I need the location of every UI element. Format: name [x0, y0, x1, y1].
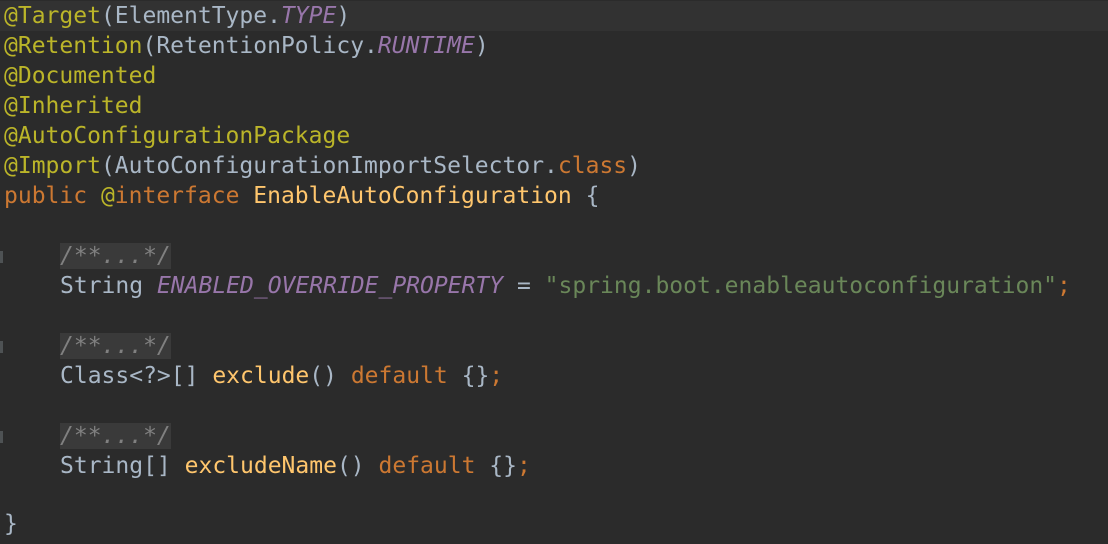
code-line-9-text: String ENABLED_OVERRIDE_PROPERTY = "spri…: [60, 271, 1071, 301]
code-token: (ElementType.: [100, 3, 281, 29]
code-line-10-text: /**...*/: [60, 331, 171, 361]
code-line-5-text: @AutoConfigurationPackage: [4, 121, 350, 151]
code-token: =: [503, 273, 545, 299]
constant-enabled-override-property: ENABLED_OVERRIDE_PROPERTY: [156, 273, 504, 299]
code-line-8-text: /**...*/: [60, 241, 171, 271]
code-line-9[interactable]: String ENABLED_OVERRIDE_PROPERTY = "spri…: [0, 271, 1108, 301]
semicolon: ;: [489, 363, 504, 389]
code-token: ): [474, 33, 489, 59]
fold-marker-icon[interactable]: [0, 431, 3, 443]
folded-javadoc[interactable]: /**...*/: [60, 423, 171, 449]
code-token: (): [309, 363, 351, 389]
annotation-documented: @Documented: [4, 63, 157, 89]
code-line-4-text: @Inherited: [4, 91, 142, 121]
semicolon: ;: [1057, 273, 1071, 299]
code-token: ): [336, 3, 351, 29]
annotation-inherited: @Inherited: [4, 93, 143, 119]
keyword-public: public: [4, 183, 88, 209]
closing-brace: }: [4, 511, 18, 537]
folded-javadoc[interactable]: /**...*/: [60, 333, 171, 359]
code-token: ): [627, 153, 642, 179]
type-class-array: Class<?>[]: [60, 363, 213, 389]
string-literal: "spring.boot.enableautoconfiguration": [544, 273, 1058, 299]
code-line-7-text: public @interface EnableAutoConfiguratio…: [4, 181, 599, 211]
static-field-runtime: RUNTIME: [377, 33, 475, 59]
static-field-type: TYPE: [280, 3, 337, 29]
keyword-default: default: [350, 363, 448, 389]
method-exclude: exclude: [212, 363, 310, 389]
annotation-at: @: [87, 183, 115, 209]
keyword-interface: interface: [114, 183, 240, 209]
keyword-class: class: [557, 153, 628, 179]
code-line-13-text: String[] excludeName() default {};: [60, 451, 531, 481]
code-line-11-text: Class<?>[] exclude() default {};: [60, 361, 503, 391]
code-line-12[interactable]: /**...*/: [0, 421, 1108, 451]
code-line-13[interactable]: String[] excludeName() default {};: [0, 451, 1108, 481]
code-line-5[interactable]: @AutoConfigurationPackage: [0, 121, 1108, 151]
interface-name: EnableAutoConfiguration: [239, 183, 572, 209]
code-line-3[interactable]: @Documented: [0, 61, 1108, 91]
code-line-6[interactable]: @Import(AutoConfigurationImportSelector.…: [0, 151, 1108, 181]
semicolon: ;: [516, 453, 531, 479]
code-line-14-text: }: [4, 509, 18, 539]
code-line-7[interactable]: public @interface EnableAutoConfiguratio…: [0, 181, 1108, 211]
fold-marker-icon[interactable]: [0, 251, 3, 263]
type-string-array: String[]: [60, 453, 185, 479]
annotation-auto-configuration-package: @AutoConfigurationPackage: [4, 123, 351, 149]
code-line-3-text: @Documented: [4, 61, 156, 91]
code-line-12-text: /**...*/: [60, 421, 171, 451]
folded-javadoc[interactable]: /**...*/: [60, 243, 171, 269]
annotation-target: @Target: [4, 3, 101, 29]
annotation-retention: @Retention: [4, 33, 143, 59]
code-token: {}: [447, 363, 490, 389]
code-line-1[interactable]: @Target(ElementType.TYPE): [0, 1, 1108, 31]
keyword-default: default: [378, 453, 476, 479]
annotation-import: @Import: [4, 153, 101, 179]
code-line-14[interactable]: }: [0, 509, 1108, 539]
code-token: (): [336, 453, 379, 479]
code-token: (RetentionPolicy.: [142, 33, 378, 59]
code-line-4[interactable]: @Inherited: [0, 91, 1108, 121]
code-line-11[interactable]: Class<?>[] exclude() default {};: [0, 361, 1108, 391]
code-token: {}: [475, 453, 517, 479]
code-line-2[interactable]: @Retention(RetentionPolicy.RUNTIME): [0, 31, 1108, 61]
code-line-2-text: @Retention(RetentionPolicy.RUNTIME): [4, 31, 489, 61]
code-line-8[interactable]: /**...*/: [0, 241, 1108, 271]
code-editor[interactable]: @Target(ElementType.TYPE) @Retention(Ret…: [0, 0, 1108, 544]
code-line-1-text: @Target(ElementType.TYPE): [4, 1, 350, 31]
code-line-6-text: @Import(AutoConfigurationImportSelector.…: [4, 151, 641, 181]
method-exclude-name: excludeName: [184, 453, 337, 479]
code-token: (AutoConfigurationImportSelector.: [100, 153, 558, 179]
type-string: String: [60, 273, 157, 299]
fold-marker-icon[interactable]: [0, 341, 3, 353]
code-token: {: [571, 183, 600, 209]
code-line-10[interactable]: /**...*/: [0, 331, 1108, 361]
